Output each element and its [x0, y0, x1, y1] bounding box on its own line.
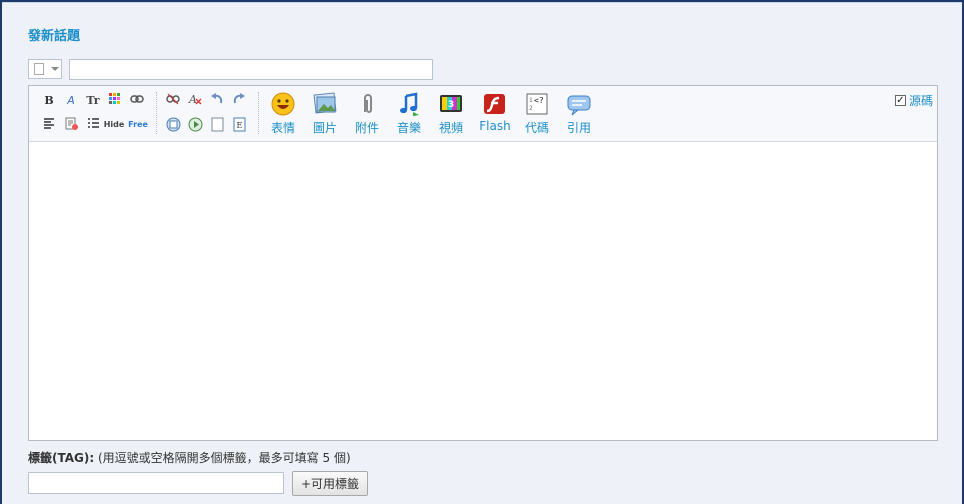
- attachment-button[interactable]: 附件: [349, 92, 385, 136]
- paragraph-icon[interactable]: [63, 117, 79, 133]
- video-button[interactable]: 3 視頻: [433, 92, 469, 136]
- redo-icon[interactable]: [231, 93, 247, 109]
- quote-label: 引用: [566, 121, 591, 135]
- color-grid-icon[interactable]: [107, 93, 123, 109]
- image-label: 圖片: [312, 121, 337, 135]
- page-title: 發新話題: [28, 29, 81, 44]
- code-icon: 1 2 <?: [524, 92, 550, 116]
- music-button[interactable]: 音樂: [391, 92, 427, 136]
- editor-content-area[interactable]: [29, 142, 937, 440]
- undo-icon[interactable]: [209, 93, 225, 109]
- list-icon[interactable]: [85, 117, 101, 133]
- unlink-icon[interactable]: [165, 93, 181, 109]
- bold-icon[interactable]: B: [41, 93, 57, 109]
- flash-label: Flash: [479, 119, 511, 133]
- media-icon[interactable]: [187, 117, 203, 133]
- link-icon[interactable]: [129, 93, 145, 109]
- tag-input[interactable]: [28, 472, 284, 494]
- svg-text:E: E: [236, 121, 242, 130]
- tag-label-title: 標籤(TAG):: [28, 451, 95, 465]
- remove-format-icon[interactable]: A: [187, 93, 203, 109]
- paperclip-icon: [354, 92, 380, 116]
- checkbox-checked-icon[interactable]: ✓: [894, 95, 906, 106]
- available-tags-button[interactable]: +可用標籤: [292, 471, 368, 496]
- source-mode-toggle[interactable]: ✓ 源碼: [894, 92, 933, 109]
- document-icon: [34, 63, 44, 75]
- quote-icon: [566, 92, 592, 116]
- code-label: 代碼: [524, 121, 549, 135]
- code-button[interactable]: 1 2 <? 代碼: [519, 92, 555, 136]
- align-left-icon[interactable]: [41, 117, 57, 133]
- subject-input[interactable]: [69, 59, 433, 80]
- flash-button[interactable]: Flash: [477, 92, 513, 133]
- font-color-icon[interactable]: A: [63, 93, 79, 109]
- source-mode-label: 源碼: [908, 94, 933, 108]
- flash-icon: [482, 92, 508, 116]
- free-icon[interactable]: Free: [127, 117, 149, 133]
- post-form-panel: 發新話題 B A Tr Hide Free A E 表情 圖片 附件 音樂 3 …: [2, 2, 962, 504]
- formula-icon[interactable]: E: [231, 117, 247, 133]
- video-label: 視頻: [438, 121, 463, 135]
- thread-type-select[interactable]: [28, 59, 62, 79]
- image-button[interactable]: 圖片: [307, 92, 343, 136]
- font-size-icon[interactable]: Tr: [85, 93, 101, 109]
- video-icon: 3: [438, 92, 464, 116]
- music-icon: [396, 92, 422, 116]
- smiley-icon: [270, 92, 296, 116]
- toolbar-separator: [258, 92, 259, 134]
- quote-button[interactable]: 引用: [561, 92, 597, 136]
- svg-text:1: 1: [529, 97, 533, 104]
- emoticon-button[interactable]: 表情: [265, 92, 301, 136]
- chevron-down-icon: [51, 67, 59, 71]
- tag-label: 標籤(TAG): (用逗號或空格隔開多個標籤，最多可填寫 5 個): [28, 449, 351, 466]
- svg-text:A: A: [188, 93, 197, 105]
- music-label: 音樂: [396, 121, 421, 135]
- table-icon[interactable]: [165, 117, 181, 133]
- rich-text-editor: B A Tr Hide Free A E 表情 圖片 附件 音樂 3 視頻 Fl…: [28, 85, 938, 441]
- svg-text:2: 2: [529, 105, 533, 112]
- tag-label-hint: (用逗號或空格隔開多個標籤，最多可填寫 5 個): [98, 451, 351, 465]
- hide-icon[interactable]: Hide: [103, 117, 125, 133]
- toolbar-separator: [156, 92, 157, 134]
- attachment-label: 附件: [354, 121, 379, 135]
- svg-text:<?: <?: [534, 96, 544, 105]
- page-icon[interactable]: [209, 117, 225, 133]
- image-icon: [312, 92, 338, 116]
- emoticon-label: 表情: [270, 121, 295, 135]
- editor-toolbar: B A Tr Hide Free A E 表情 圖片 附件 音樂 3 視頻 Fl…: [29, 86, 937, 142]
- svg-text:3: 3: [448, 100, 454, 110]
